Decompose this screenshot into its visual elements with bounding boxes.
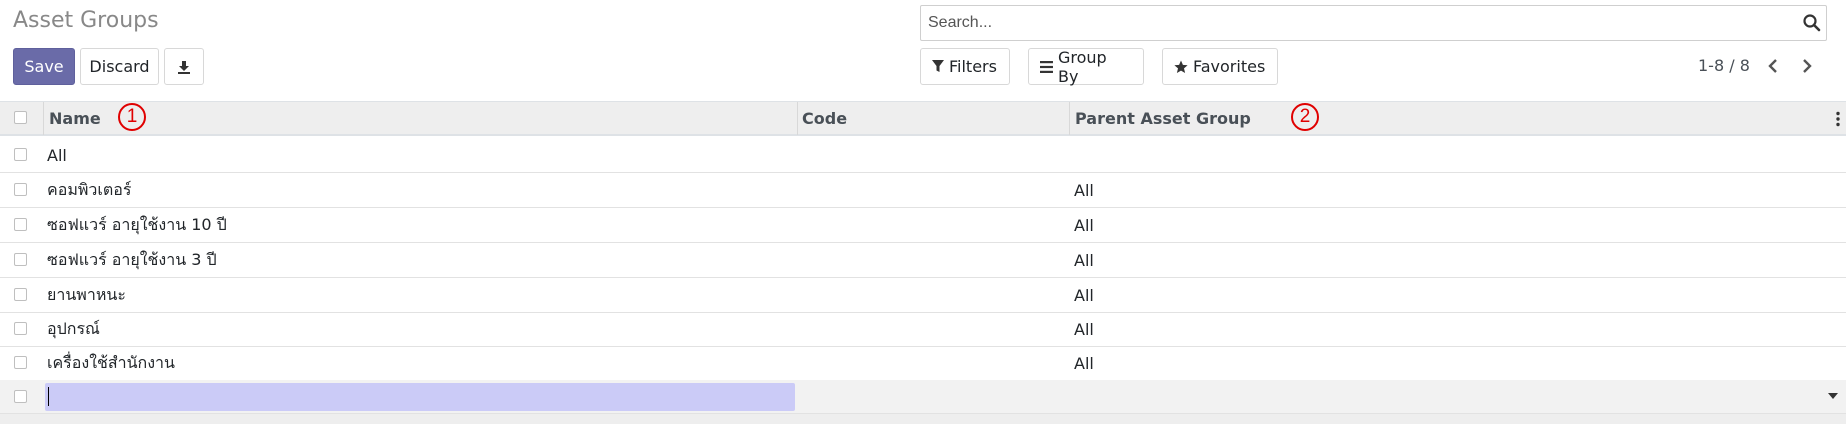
pager-next-button[interactable] — [1797, 56, 1817, 76]
row-checkbox[interactable] — [14, 322, 27, 335]
row-parent: All — [1074, 285, 1094, 305]
new-row-checkbox[interactable] — [14, 390, 27, 403]
row-checkbox[interactable] — [14, 148, 27, 161]
row-parent: All — [1074, 353, 1094, 373]
filter-icon — [932, 60, 944, 72]
row-name: คอมพิวเตอร์ — [47, 179, 132, 199]
column-header-parent-label: Parent Asset Group — [1075, 109, 1251, 128]
row-name: ยานพาหนะ — [47, 284, 126, 304]
pager-previous-button[interactable] — [1763, 56, 1783, 76]
row-parent: All — [1074, 215, 1094, 235]
download-button[interactable] — [164, 48, 204, 85]
new-name-input[interactable] — [45, 383, 795, 411]
group-by-label: Group By — [1057, 47, 1107, 86]
column-header-parent-asset-group[interactable]: Parent Asset Group — [1070, 102, 1830, 135]
parent-group-dropdown-icon[interactable] — [1828, 393, 1838, 399]
text-caret — [48, 387, 49, 406]
row-name: อุปกรณ์ — [47, 318, 100, 338]
row-name: เครื่องใช้สำนักงาน — [47, 352, 175, 372]
new-row-editor[interactable] — [0, 380, 1846, 414]
table-row[interactable]: คอมพิวเตอร์ All — [0, 173, 1846, 208]
annotation-marker-2: 2 — [1291, 103, 1319, 131]
page-title: Asset Groups — [13, 8, 159, 33]
row-checkbox[interactable] — [14, 183, 27, 196]
download-icon — [178, 60, 190, 74]
table-row[interactable]: ยานพาหนะ All — [0, 278, 1846, 313]
annotation-marker-1: 1 — [118, 103, 146, 131]
table-row[interactable]: ซอฟแวร์ อายุใช้งาน 3 ปี All — [0, 243, 1846, 278]
table-row[interactable]: All — [0, 138, 1846, 173]
column-options-icon[interactable] — [1836, 111, 1840, 127]
group-by-button[interactable]: Group By — [1028, 47, 1144, 86]
row-checkbox[interactable] — [14, 356, 27, 369]
search-bar — [920, 5, 1827, 41]
column-header-name[interactable]: Name — [44, 102, 796, 135]
list-footer — [0, 414, 1846, 424]
column-header-code-label: Code — [802, 109, 848, 128]
pager-value[interactable]: 1-8 / 8 — [1698, 56, 1750, 75]
row-checkbox[interactable] — [14, 253, 27, 266]
row-checkbox[interactable] — [14, 288, 27, 301]
row-parent: All — [1074, 250, 1094, 270]
list-header: Name Code Parent Asset Group — [0, 101, 1846, 136]
chevron-left-icon — [1768, 59, 1777, 73]
table-row[interactable]: เครื่องใช้สำนักงาน All — [0, 346, 1846, 381]
row-parent: All — [1074, 180, 1094, 200]
row-name: ซอฟแวร์ อายุใช้งาน 10 ปี — [47, 214, 227, 234]
favorites-label: Favorites — [1193, 57, 1266, 76]
star-icon — [1174, 60, 1188, 73]
list-icon — [1040, 60, 1053, 73]
row-checkbox[interactable] — [14, 218, 27, 231]
table-row[interactable]: ซอฟแวร์ อายุใช้งาน 10 ปี All — [0, 208, 1846, 243]
discard-button[interactable]: Discard — [80, 48, 159, 85]
row-name: ซอฟแวร์ อายุใช้งาน 3 ปี — [47, 249, 217, 269]
favorites-button[interactable]: Favorites — [1162, 48, 1278, 85]
column-header-code[interactable]: Code — [797, 102, 1069, 135]
row-name: All — [47, 145, 67, 165]
select-all-checkbox[interactable] — [14, 111, 27, 124]
search-icon[interactable] — [1802, 13, 1822, 33]
column-header-name-label: Name — [49, 109, 101, 128]
save-button[interactable]: Save — [13, 48, 75, 85]
row-parent: All — [1074, 319, 1094, 339]
filters-button[interactable]: Filters — [920, 48, 1010, 85]
chevron-right-icon — [1803, 59, 1812, 73]
table-row[interactable]: อุปกรณ์ All — [0, 312, 1846, 347]
search-input[interactable] — [921, 6, 1781, 40]
filters-label: Filters — [949, 57, 997, 76]
